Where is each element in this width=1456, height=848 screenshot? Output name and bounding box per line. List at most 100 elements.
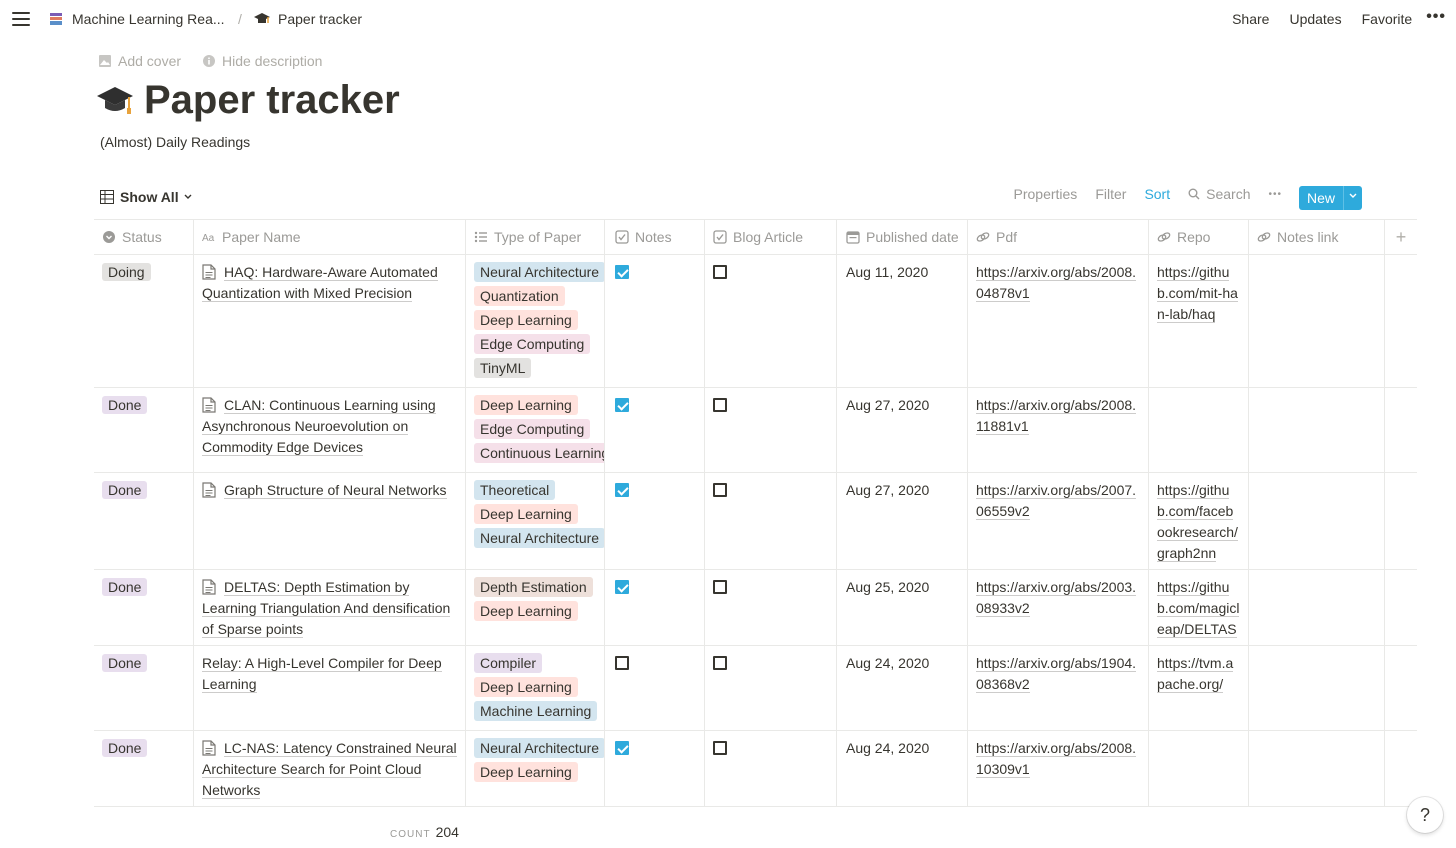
breadcrumb-current[interactable]: Paper tracker: [254, 11, 362, 27]
notes-checkbox[interactable]: [615, 741, 629, 755]
pdf-cell[interactable]: https://arxiv.org/abs/2008.10309v1: [968, 731, 1149, 806]
favorite-button[interactable]: Favorite: [1362, 11, 1413, 27]
type-tag[interactable]: Edge Computing: [474, 419, 591, 439]
notes-link-cell[interactable]: [1249, 255, 1385, 387]
pdf-link[interactable]: https://arxiv.org/abs/2008.11881v1: [976, 397, 1137, 435]
repo-cell[interactable]: [1149, 388, 1249, 472]
pdf-cell[interactable]: https://arxiv.org/abs/1904.08368v2: [968, 646, 1149, 730]
pdf-cell[interactable]: https://arxiv.org/abs/2003.08933v2: [968, 570, 1149, 645]
new-dropdown-chevron-icon[interactable]: [1343, 186, 1362, 210]
notes-checkbox[interactable]: [615, 265, 629, 279]
paper-name-cell[interactable]: LC-NAS: Latency Constrained Neural Archi…: [194, 731, 466, 806]
blog-article-checkbox[interactable]: [713, 580, 727, 594]
type-tag[interactable]: Deep Learning: [474, 504, 578, 524]
notes-link-cell[interactable]: [1249, 473, 1385, 569]
page-title[interactable]: Paper tracker: [144, 72, 400, 128]
published-date-cell[interactable]: Aug 27, 2020: [837, 473, 968, 569]
pdf-cell[interactable]: https://arxiv.org/abs/2008.11881v1: [968, 388, 1149, 472]
pdf-link[interactable]: https://arxiv.org/abs/1904.08368v2: [976, 655, 1137, 693]
type-tag[interactable]: Neural Architecture: [474, 738, 604, 758]
pdf-link[interactable]: https://arxiv.org/abs/2007.06559v2: [976, 482, 1137, 520]
blog-article-checkbox[interactable]: [713, 656, 727, 670]
updates-button[interactable]: Updates: [1289, 11, 1341, 27]
table-row[interactable]: Done CLAN: Continuous Learning using Asy…: [94, 388, 1417, 473]
paper-name-link[interactable]: Relay: A High-Level Compiler for Deep Le…: [202, 655, 442, 693]
type-tag[interactable]: Deep Learning: [474, 395, 578, 415]
type-tag[interactable]: Deep Learning: [474, 601, 578, 621]
type-tag[interactable]: Deep Learning: [474, 677, 578, 697]
published-date-cell[interactable]: Aug 25, 2020: [837, 570, 968, 645]
type-tag[interactable]: TinyML: [474, 358, 532, 378]
pdf-link[interactable]: https://arxiv.org/abs/2008.10309v1: [976, 740, 1137, 778]
pdf-cell[interactable]: https://arxiv.org/abs/2007.06559v2: [968, 473, 1149, 569]
published-date-cell[interactable]: Aug 24, 2020: [837, 646, 968, 730]
paper-name-link[interactable]: LC-NAS: Latency Constrained Neural Archi…: [202, 740, 457, 799]
notes-checkbox[interactable]: [615, 656, 629, 670]
pdf-cell[interactable]: https://arxiv.org/abs/2008.04878v1: [968, 255, 1149, 387]
pdf-link[interactable]: https://arxiv.org/abs/2003.08933v2: [976, 579, 1137, 617]
count-summary[interactable]: COUNT 204: [390, 824, 459, 840]
column-header-type-of-paper[interactable]: Type of Paper: [466, 220, 605, 254]
more-options-icon[interactable]: •••: [1426, 8, 1446, 26]
graduation-cap-icon[interactable]: [96, 81, 134, 119]
column-header-paper-name[interactable]: Aa Paper Name: [194, 220, 466, 254]
type-tag[interactable]: Machine Learning: [474, 701, 598, 721]
published-date-cell[interactable]: Aug 24, 2020: [837, 731, 968, 806]
type-tag[interactable]: Edge Computing: [474, 334, 591, 354]
sort-button[interactable]: Sort: [1144, 186, 1170, 202]
breadcrumb-parent[interactable]: Machine Learning Rea...: [48, 11, 225, 27]
type-tag[interactable]: Quantization: [474, 286, 565, 306]
status-cell[interactable]: Done: [94, 731, 194, 806]
repo-cell[interactable]: https://tvm.apache.org/: [1149, 646, 1249, 730]
repo-link[interactable]: https://github.com/facebookresearch/grap…: [1157, 482, 1238, 562]
sidebar-menu-icon[interactable]: [12, 12, 30, 28]
type-tag[interactable]: Compiler: [474, 653, 543, 673]
type-tag[interactable]: Continuous Learning: [474, 443, 604, 463]
type-of-paper-cell[interactable]: Neural Architecture Deep Learning: [466, 731, 605, 806]
repo-cell[interactable]: [1149, 731, 1249, 806]
table-row[interactable]: Doing HAQ: Hardware-Aware Automated Quan…: [94, 255, 1417, 388]
paper-name-link[interactable]: CLAN: Continuous Learning using Asynchro…: [202, 397, 436, 456]
type-tag[interactable]: Theoretical: [474, 480, 556, 500]
column-header-notes-link[interactable]: Notes link: [1249, 220, 1385, 254]
column-header-notes[interactable]: Notes: [605, 220, 705, 254]
paper-name-cell[interactable]: Graph Structure of Neural Networks: [194, 473, 466, 569]
type-tag[interactable]: Neural Architecture: [474, 528, 604, 548]
repo-cell[interactable]: https://github.com/magicleap/DELTAS: [1149, 570, 1249, 645]
status-cell[interactable]: Done: [94, 473, 194, 569]
table-row[interactable]: Done Relay: A High-Level Compiler for De…: [94, 646, 1417, 731]
share-button[interactable]: Share: [1232, 11, 1269, 27]
paper-name-link[interactable]: Graph Structure of Neural Networks: [224, 482, 447, 499]
notes-link-cell[interactable]: [1249, 731, 1385, 806]
column-header-blog-article[interactable]: Blog Article: [705, 220, 837, 254]
page-description[interactable]: (Almost) Daily Readings: [100, 134, 250, 150]
published-date-cell[interactable]: Aug 11, 2020: [837, 255, 968, 387]
blog-article-checkbox[interactable]: [713, 265, 727, 279]
repo-link[interactable]: https://github.com/magicleap/DELTAS: [1157, 579, 1240, 638]
repo-cell[interactable]: https://github.com/mit-han-lab/haq: [1149, 255, 1249, 387]
paper-name-cell[interactable]: Relay: A High-Level Compiler for Deep Le…: [194, 646, 466, 730]
view-more-icon[interactable]: •••: [1268, 189, 1282, 200]
type-of-paper-cell[interactable]: Compiler Deep Learning Machine Learning: [466, 646, 605, 730]
type-of-paper-cell[interactable]: Theoretical Deep Learning Neural Architect…: [466, 473, 605, 569]
blog-article-checkbox[interactable]: [713, 398, 727, 412]
type-tag[interactable]: Neural Architecture: [474, 262, 604, 282]
column-header-repo[interactable]: Repo: [1149, 220, 1249, 254]
type-tag[interactable]: Deep Learning: [474, 310, 578, 330]
status-cell[interactable]: Done: [94, 388, 194, 472]
paper-name-link[interactable]: HAQ: Hardware-Aware Automated Quantizati…: [202, 264, 438, 302]
notes-checkbox[interactable]: [615, 398, 629, 412]
hide-description-button[interactable]: Hide description: [203, 53, 322, 69]
notes-link-cell[interactable]: [1249, 646, 1385, 730]
column-header-status[interactable]: Status: [94, 220, 194, 254]
table-row[interactable]: Done DELTAS: Depth Estimation by Learnin…: [94, 570, 1417, 646]
help-button[interactable]: ?: [1407, 797, 1443, 833]
paper-name-cell[interactable]: DELTAS: Depth Estimation by Learning Tri…: [194, 570, 466, 645]
search-button[interactable]: Search: [1188, 186, 1250, 202]
status-cell[interactable]: Done: [94, 646, 194, 730]
filter-button[interactable]: Filter: [1095, 186, 1126, 202]
type-tag[interactable]: Depth Estimation: [474, 577, 593, 597]
column-header-pdf[interactable]: Pdf: [968, 220, 1149, 254]
repo-link[interactable]: https://github.com/mit-han-lab/haq: [1157, 264, 1238, 323]
properties-button[interactable]: Properties: [1014, 186, 1078, 202]
